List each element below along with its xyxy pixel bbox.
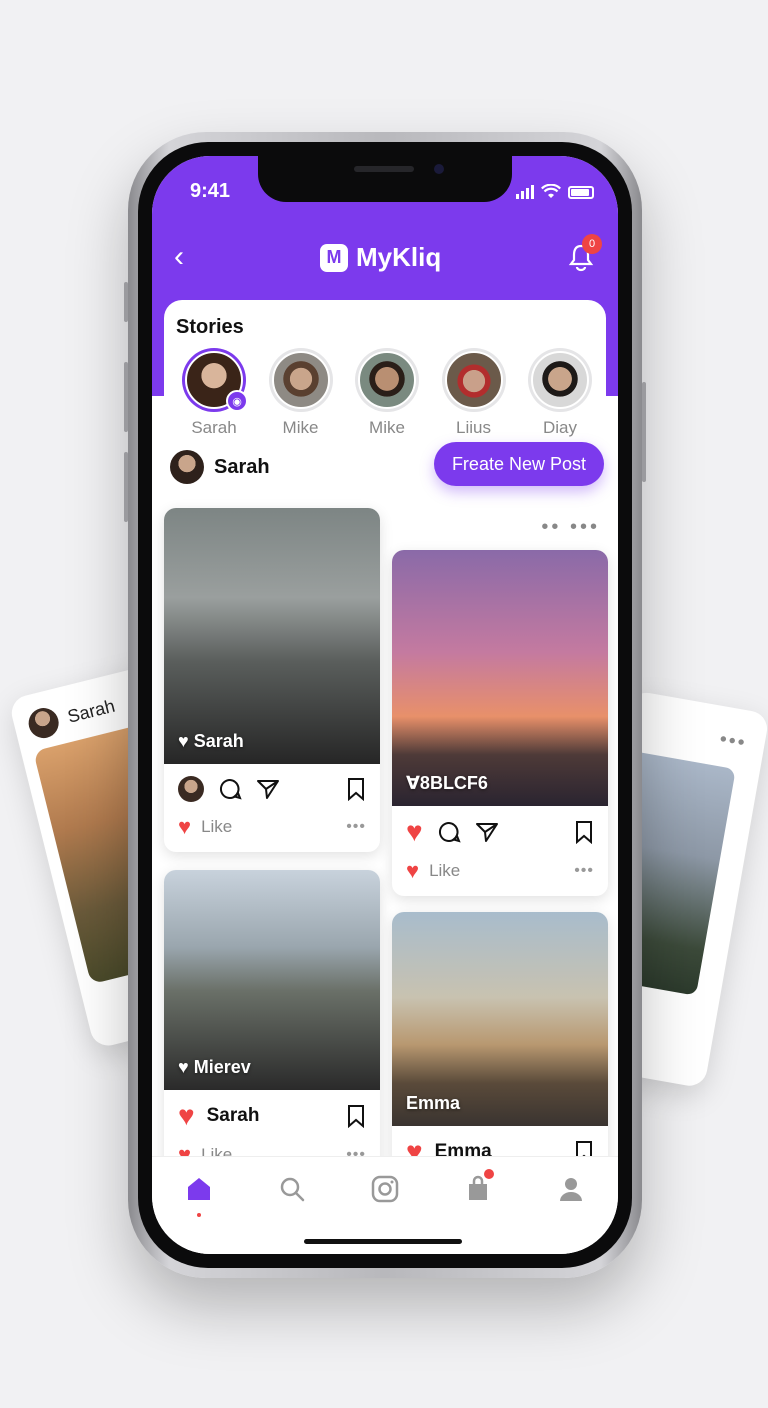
app-title: MyKliq (356, 242, 442, 272)
wifi-icon (541, 184, 561, 198)
volume-down-button (124, 452, 128, 522)
post-actions (164, 764, 380, 808)
story-item[interactable]: ◉ Sarah (172, 348, 256, 438)
profile-icon (560, 1178, 583, 1201)
like-row: ♥ Like ••• (164, 808, 380, 852)
avatar (170, 450, 204, 484)
post-author-row: ♥ Sarah (164, 1090, 380, 1136)
power-button (642, 382, 646, 482)
story-name: Diay (542, 418, 577, 437)
like-label[interactable]: Like (201, 817, 336, 837)
avatar (25, 704, 62, 742)
avatar (178, 776, 204, 802)
bottom-tab-bar (152, 1156, 618, 1254)
camera-icon (371, 1175, 399, 1203)
tab-shop[interactable] (456, 1167, 500, 1211)
more-icon[interactable]: ••• (346, 818, 366, 836)
story-item[interactable]: Liius (432, 348, 516, 438)
post-photo[interactable]: ♥ Sarah (164, 508, 380, 764)
story-avatar (531, 351, 589, 409)
post-card[interactable]: Emma ♥ Emma (392, 912, 608, 1172)
tab-camera[interactable] (363, 1167, 407, 1211)
post-card[interactable]: ♥ Mierev ♥ Sarah ♥ Like ••• (164, 870, 380, 1180)
tab-search[interactable] (270, 1167, 314, 1211)
signal-icon (516, 185, 534, 199)
status-icons (516, 184, 594, 199)
post-tag: Emma (406, 1093, 461, 1113)
post-tag: ♥ Mierev (178, 1057, 251, 1077)
stories-panel: Stories ◉ Sarah Mike Mike Liius Diay (164, 300, 606, 437)
tab-home[interactable] (177, 1167, 221, 1217)
send-icon[interactable] (475, 820, 499, 844)
notifications-button[interactable]: 0 (566, 234, 602, 272)
notification-badge: 0 (582, 234, 602, 254)
stories-title: Stories (176, 316, 244, 338)
send-icon[interactable] (256, 777, 280, 801)
story-avatar (444, 351, 503, 409)
tab-profile[interactable] (549, 1167, 593, 1211)
current-user-name: Sarah (214, 455, 270, 478)
bookmark-icon[interactable] (574, 820, 594, 844)
more-icon: ••• (717, 728, 749, 755)
like-label[interactable]: Like (429, 861, 564, 881)
heart-icon[interactable]: ♥ (178, 1102, 195, 1130)
notch (258, 156, 512, 202)
story-item[interactable]: Mike (259, 348, 343, 438)
story-item[interactable]: Mike (345, 348, 429, 438)
mute-switch (124, 282, 128, 322)
story-avatar (358, 351, 416, 409)
volume-up-button (124, 362, 128, 432)
post-author[interactable]: Sarah (207, 1105, 334, 1127)
post-card[interactable]: ♥ Sarah ♥ Like ••• (164, 508, 380, 852)
more-icon[interactable]: ••• (574, 862, 594, 880)
heart-icon[interactable]: ♥ (406, 818, 423, 846)
bookmark-icon[interactable] (346, 777, 366, 801)
story-name: Mike (369, 418, 405, 437)
post-photo[interactable]: Emma (392, 912, 608, 1126)
comment-icon[interactable] (218, 777, 242, 801)
post-card[interactable]: ∀8BLCF6 ♥ ♥ Like ••• (392, 550, 608, 896)
post-photo[interactable]: ♥ Mierev (164, 870, 380, 1090)
bookmark-icon[interactable] (346, 1104, 366, 1128)
story-name: Liius (456, 418, 491, 437)
story-name: Mike (282, 418, 319, 437)
home-icon (187, 1178, 210, 1200)
post-tag: ∀8BLCF6 (406, 773, 488, 793)
post-actions: ♥ (392, 806, 608, 852)
post-tag: ♥ Sarah (178, 731, 244, 751)
add-story-icon[interactable]: ◉ (226, 390, 248, 412)
post-photo[interactable]: ∀8BLCF6 (392, 550, 608, 806)
app-logo: M MyKliq (320, 242, 441, 273)
story-avatar (271, 351, 330, 409)
home-indicator (304, 1239, 462, 1244)
story-item[interactable]: Diay (518, 348, 602, 438)
logo-mark: M (320, 243, 348, 272)
create-post-button[interactable]: Freate New Post (433, 442, 604, 486)
heart-icon[interactable]: ♥ (406, 858, 419, 884)
status-time: 9:41 (190, 180, 231, 202)
current-user[interactable]: Sarah (170, 450, 270, 484)
battery-icon (568, 186, 594, 199)
feed-options-icon[interactable]: •• ••• (541, 516, 600, 539)
side-card-username: Sarah (65, 695, 117, 727)
heart-icon[interactable]: ♥ (178, 814, 191, 840)
stories-list: ◉ Sarah Mike Mike Liius Diay (172, 348, 602, 438)
app-screen: 9:41 ‹ M MyKliq 0 Stories ◉ Sarah Mike M… (152, 156, 618, 1254)
search-icon (280, 1177, 305, 1202)
like-row: ♥ Like ••• (392, 852, 608, 896)
chevron-left-icon[interactable]: ‹ (174, 242, 184, 272)
story-name: Sarah (191, 418, 237, 437)
active-indicator (196, 1213, 201, 1217)
comment-icon[interactable] (437, 820, 461, 844)
phone-frame: 9:41 ‹ M MyKliq 0 Stories ◉ Sarah Mike M… (124, 132, 646, 1278)
